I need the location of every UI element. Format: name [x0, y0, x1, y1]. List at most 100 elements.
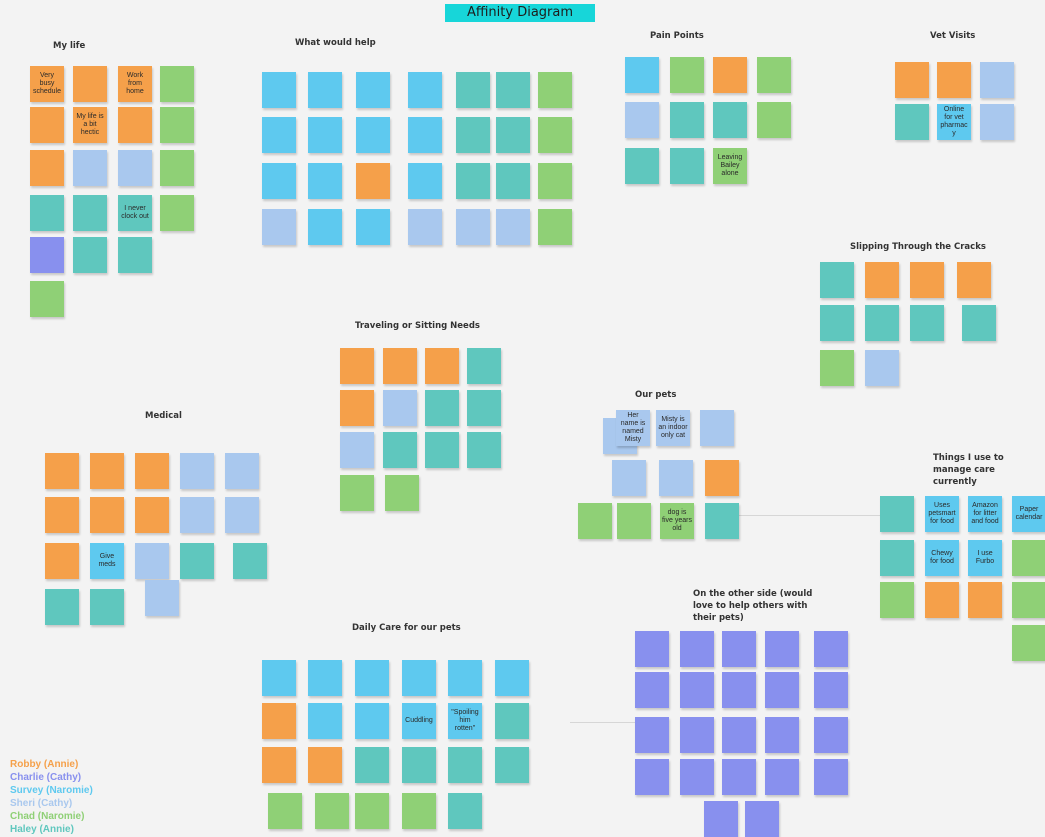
sticky-note[interactable] [578, 503, 612, 539]
sticky-note[interactable] [467, 432, 501, 468]
sticky-note[interactable] [135, 497, 169, 533]
sticky-note[interactable] [713, 102, 747, 138]
sticky-note[interactable] [496, 72, 530, 108]
sticky-note[interactable] [765, 631, 799, 667]
sticky-note[interactable]: Chewy for food [925, 540, 959, 576]
sticky-note[interactable] [670, 148, 704, 184]
sticky-note[interactable] [408, 209, 442, 245]
sticky-note[interactable] [765, 717, 799, 753]
sticky-note[interactable] [680, 717, 714, 753]
sticky-note[interactable] [757, 57, 791, 93]
sticky-note[interactable] [262, 747, 296, 783]
sticky-note[interactable] [765, 759, 799, 795]
sticky-note[interactable] [820, 305, 854, 341]
sticky-note[interactable] [30, 237, 64, 273]
sticky-note[interactable] [30, 150, 64, 186]
sticky-note[interactable] [355, 660, 389, 696]
sticky-note[interactable] [820, 262, 854, 298]
sticky-note[interactable] [118, 150, 152, 186]
sticky-note[interactable] [814, 631, 848, 667]
sticky-note[interactable]: Online for vet pharmacy [937, 104, 971, 140]
sticky-note[interactable] [700, 410, 734, 446]
sticky-note[interactable] [118, 107, 152, 143]
sticky-note[interactable] [538, 117, 572, 153]
sticky-note[interactable] [160, 195, 194, 231]
sticky-note[interactable]: Paper calendar [1012, 496, 1045, 532]
sticky-note[interactable] [30, 195, 64, 231]
sticky-note[interactable] [402, 660, 436, 696]
sticky-note[interactable] [467, 390, 501, 426]
sticky-note[interactable] [635, 759, 669, 795]
sticky-note[interactable] [356, 117, 390, 153]
sticky-note[interactable]: Very busy schedule [30, 66, 64, 102]
sticky-note[interactable] [937, 62, 971, 98]
sticky-note[interactable] [73, 66, 107, 102]
sticky-note[interactable] [225, 453, 259, 489]
sticky-note[interactable] [356, 72, 390, 108]
sticky-note[interactable] [356, 163, 390, 199]
sticky-note[interactable] [456, 163, 490, 199]
sticky-note[interactable] [180, 497, 214, 533]
sticky-note[interactable] [680, 631, 714, 667]
sticky-note[interactable] [659, 460, 693, 496]
sticky-note[interactable] [722, 631, 756, 667]
sticky-note[interactable]: Give meds [90, 543, 124, 579]
sticky-note[interactable] [262, 660, 296, 696]
sticky-note[interactable] [402, 747, 436, 783]
sticky-note[interactable] [45, 543, 79, 579]
sticky-note[interactable] [625, 148, 659, 184]
sticky-note[interactable] [262, 703, 296, 739]
sticky-note[interactable] [495, 660, 529, 696]
sticky-note[interactable]: Cuddling [402, 703, 436, 739]
sticky-note[interactable] [355, 793, 389, 829]
sticky-note[interactable] [456, 117, 490, 153]
sticky-note[interactable] [180, 453, 214, 489]
sticky-note[interactable] [895, 104, 929, 140]
sticky-note[interactable] [308, 747, 342, 783]
sticky-note[interactable] [865, 350, 899, 386]
sticky-note[interactable] [425, 432, 459, 468]
sticky-note[interactable]: Her name is named Misty [616, 410, 650, 446]
sticky-note[interactable] [814, 717, 848, 753]
sticky-note[interactable] [45, 497, 79, 533]
sticky-note[interactable] [962, 305, 996, 341]
sticky-note[interactable] [160, 107, 194, 143]
sticky-note[interactable] [612, 460, 646, 496]
sticky-note[interactable]: Misty is an indoor only cat [656, 410, 690, 446]
sticky-note[interactable] [538, 72, 572, 108]
sticky-note[interactable]: I never clock out [118, 195, 152, 231]
sticky-note[interactable] [308, 660, 342, 696]
sticky-note[interactable] [456, 209, 490, 245]
sticky-note[interactable]: Amazon for litter and food [968, 496, 1002, 532]
sticky-note[interactable] [1012, 625, 1045, 661]
sticky-note[interactable] [635, 672, 669, 708]
sticky-note[interactable] [425, 348, 459, 384]
sticky-note[interactable] [496, 163, 530, 199]
sticky-note[interactable] [45, 589, 79, 625]
sticky-note[interactable] [448, 747, 482, 783]
sticky-note[interactable] [495, 703, 529, 739]
sticky-note[interactable] [880, 540, 914, 576]
affinity-board[interactable]: Affinity Diagram Robby (Annie) Charlie (C… [0, 0, 1045, 837]
sticky-note[interactable] [315, 793, 349, 829]
sticky-note[interactable] [408, 163, 442, 199]
sticky-note[interactable] [910, 262, 944, 298]
sticky-note[interactable]: My life is a bit hectic [73, 107, 107, 143]
sticky-note[interactable]: Work from home [118, 66, 152, 102]
sticky-note[interactable] [722, 672, 756, 708]
sticky-note[interactable] [45, 453, 79, 489]
sticky-note[interactable] [865, 305, 899, 341]
sticky-note[interactable] [355, 747, 389, 783]
sticky-note[interactable] [402, 793, 436, 829]
sticky-note[interactable] [262, 117, 296, 153]
sticky-note[interactable] [340, 475, 374, 511]
sticky-note[interactable] [308, 209, 342, 245]
sticky-note[interactable] [383, 432, 417, 468]
sticky-note[interactable] [262, 163, 296, 199]
sticky-note[interactable] [617, 503, 651, 539]
sticky-note[interactable] [425, 390, 459, 426]
sticky-note[interactable] [670, 102, 704, 138]
sticky-note[interactable] [73, 237, 107, 273]
sticky-note[interactable] [814, 672, 848, 708]
sticky-note[interactable] [385, 475, 419, 511]
